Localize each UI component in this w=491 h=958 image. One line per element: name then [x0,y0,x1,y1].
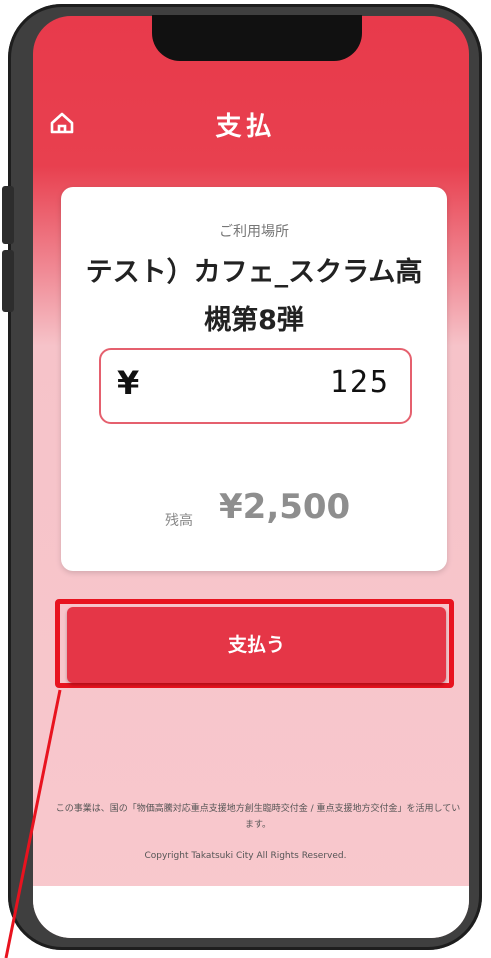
annotation-pointer-line [4,689,62,958]
